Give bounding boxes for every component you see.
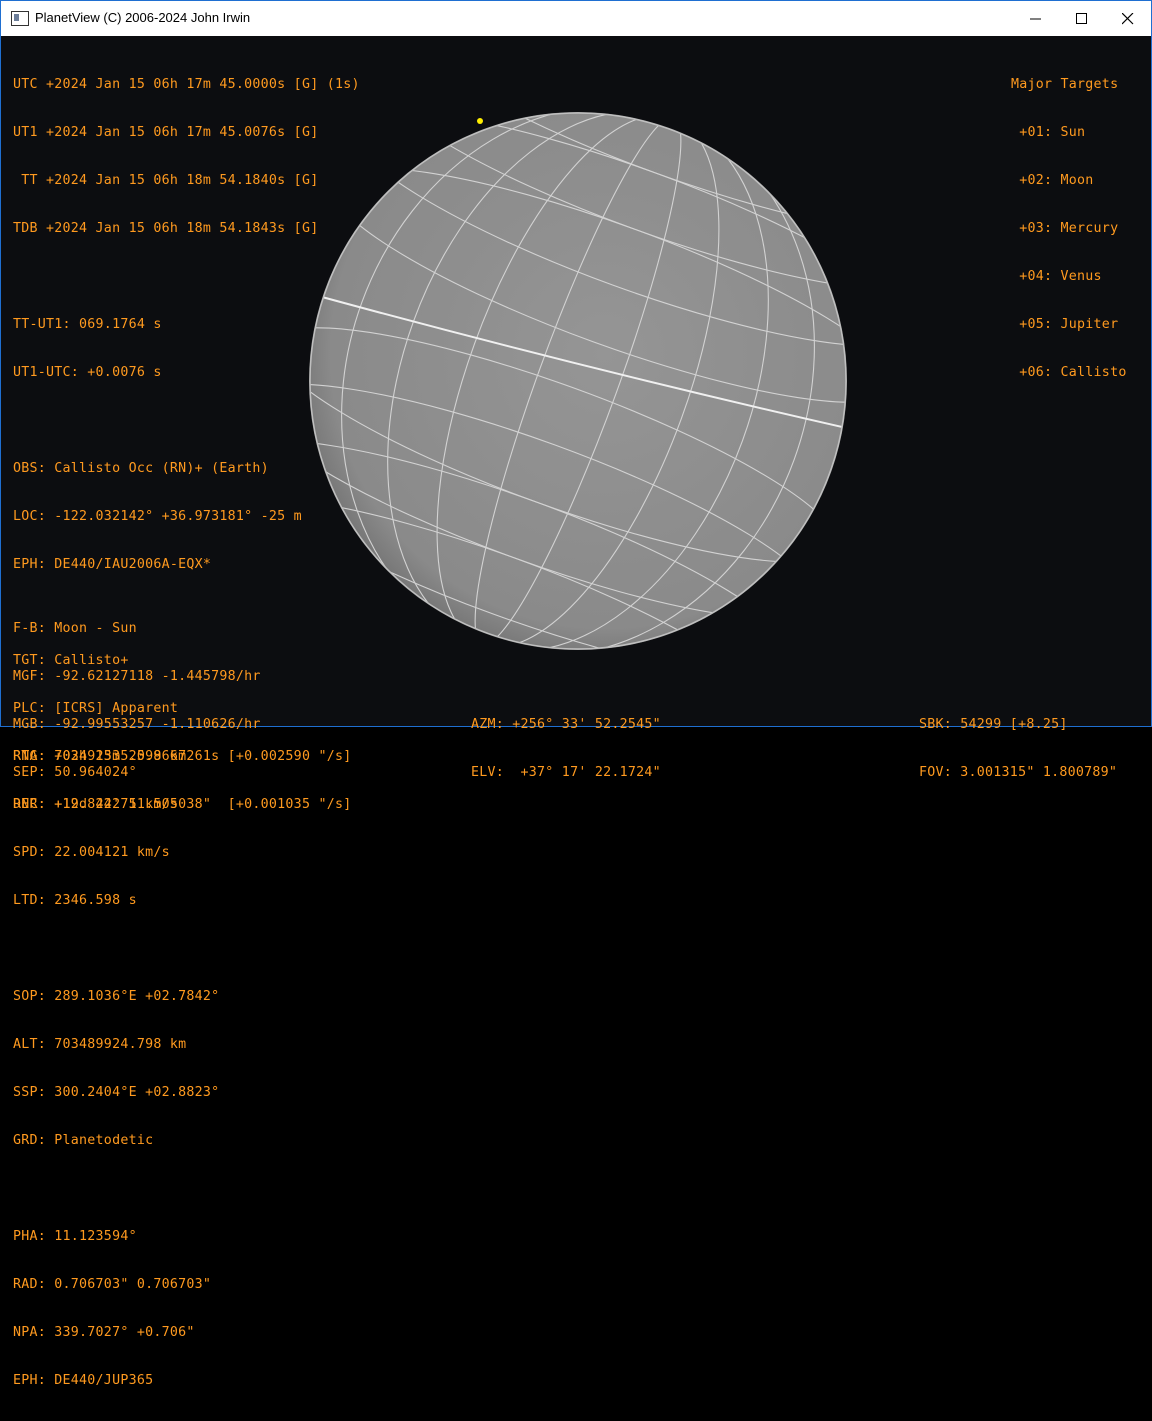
- utc-readout: UTC +2024 Jan 15 06h 17m 45.0000s [G] (1…: [13, 77, 360, 92]
- target-item-mercury[interactable]: +03: Mercury: [1011, 221, 1127, 237]
- ssp-readout: SSP: 300.2404°E +02.8823°: [13, 1085, 220, 1100]
- alt-readout: ALT: 703489924.798 km: [13, 1037, 187, 1052]
- elv-readout: ELV: +37° 17' 22.1724": [471, 765, 661, 780]
- fb-readout: F-B: Moon - Sun: [13, 621, 137, 636]
- sbk-readout: SBK: 54299 [+8.25]: [919, 717, 1068, 732]
- target-item-venus[interactable]: +04: Venus: [1011, 269, 1127, 285]
- minimize-icon: [1030, 18, 1041, 20]
- major-targets-heading: Major Targets: [1011, 77, 1119, 92]
- rad-readout: RAD: 0.706703" 0.706703": [13, 1277, 212, 1292]
- target-eph-readout: EPH: DE440/JUP365: [13, 1373, 154, 1388]
- globe-disk: [309, 112, 847, 650]
- rta-readout: RTA: +02h 15m 25.9667261s [+0.002590 "/s…: [13, 749, 352, 764]
- horizon-panel: AZM: +256° 33' 52.2545" ELV: +37° 17' 22…: [471, 685, 661, 813]
- close-icon: [1122, 13, 1134, 25]
- grd-readout: GRD: Planetodetic: [13, 1133, 154, 1148]
- window-title: PlanetView (C) 2006-2024 John Irwin: [35, 10, 251, 25]
- target-item-moon[interactable]: +02: Moon: [1011, 173, 1127, 189]
- field-panel: SBK: 54299 [+8.25] FOV: 3.001315" 1.8007…: [919, 685, 1117, 813]
- minimize-button[interactable]: [1013, 1, 1059, 36]
- maximize-icon: [1076, 13, 1087, 24]
- dec-readout: DEC: +12d 24' 11.505038" [+0.001035 "/s]: [13, 797, 352, 812]
- title-bar[interactable]: PlanetView (C) 2006-2024 John Irwin: [1, 1, 1151, 36]
- npa-readout: NPA: 339.7027° +0.706": [13, 1325, 195, 1340]
- spd-readout: SPD: 22.004121 km/s: [13, 845, 170, 860]
- major-targets-list: Major Targets +01: Sun +02: Moon +03: Me…: [1011, 45, 1127, 413]
- app-window: PlanetView (C) 2006-2024 John Irwin UTC …: [0, 0, 1152, 1388]
- ltd-readout: LTD: 2346.598 s: [13, 893, 137, 908]
- callisto-globe: [309, 112, 847, 650]
- position-panel: PLC: [ICRS] Apparent RTA: +02h 15m 25.96…: [13, 669, 351, 845]
- target-item-callisto[interactable]: +06: Callisto: [1011, 365, 1127, 381]
- pha-readout: PHA: 11.123594°: [13, 1229, 137, 1244]
- marker-dot: [477, 118, 483, 124]
- plc-readout: PLC: [ICRS] Apparent: [13, 701, 179, 716]
- viewport[interactable]: UTC +2024 Jan 15 06h 17m 45.0000s [G] (1…: [1, 36, 1151, 1388]
- close-button[interactable]: [1105, 1, 1151, 36]
- target-item-jupiter[interactable]: +05: Jupiter: [1011, 317, 1127, 333]
- maximize-button[interactable]: [1059, 1, 1105, 36]
- fov-readout: FOV: 3.001315" 1.800789": [919, 765, 1118, 780]
- azm-readout: AZM: +256° 33' 52.2545": [471, 717, 661, 732]
- target-item-sun[interactable]: +01: Sun: [1011, 125, 1127, 141]
- sop-readout: SOP: 289.1036°E +02.7842°: [13, 989, 220, 1004]
- app-icon: [11, 11, 29, 26]
